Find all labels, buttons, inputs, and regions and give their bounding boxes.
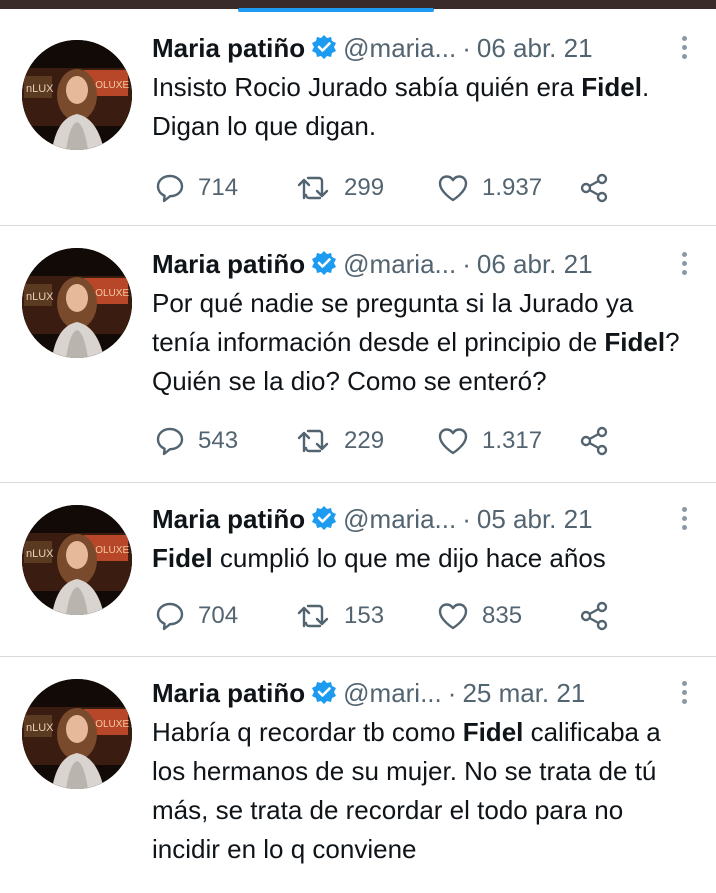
tweet-actions: 714 299 1.937 xyxy=(152,168,636,208)
reply-button[interactable]: 704 xyxy=(154,596,238,636)
verified-badge-icon xyxy=(311,505,337,538)
author-handle[interactable]: @maria... xyxy=(343,249,456,279)
share-icon xyxy=(580,426,608,456)
like-button[interactable]: 1.317 xyxy=(436,421,542,461)
verified-badge-icon xyxy=(311,34,337,67)
author-name[interactable]: Maria patiño xyxy=(152,504,305,534)
retweet-count: 299 xyxy=(344,174,385,201)
tweet-date[interactable]: 25 mar. 21 xyxy=(462,678,585,708)
more-options-icon[interactable] xyxy=(678,34,690,62)
tweet-text: Por qué nadie se pregunta si la Jurado y… xyxy=(152,288,680,396)
tweet-actions: 543 229 1.317 xyxy=(152,421,636,461)
heart-icon xyxy=(438,603,468,630)
tweet-text: Insisto Rocio Jurado sabía quién era Fid… xyxy=(152,72,650,141)
tweet[interactable]: nLUX DOLUXE Maria patiño @maria... · 05 abr… xyxy=(0,483,716,657)
share-button[interactable] xyxy=(577,168,611,208)
author-handle[interactable]: @maria... xyxy=(343,33,456,63)
author-name[interactable]: Maria patiño xyxy=(152,249,305,279)
tweet[interactable]: nLUX DOLUXE Maria patiño @mari... · 25 mar.… xyxy=(0,657,716,893)
reply-count: 704 xyxy=(198,602,239,629)
separator-dot: · xyxy=(462,249,471,279)
author-name[interactable]: Maria patiño xyxy=(152,33,305,63)
tweet-text: Habría q recordar tb como Fidel califica… xyxy=(152,717,661,864)
share-icon xyxy=(580,173,608,203)
reply-button[interactable]: 543 xyxy=(154,421,238,461)
reply-count: 543 xyxy=(198,427,239,454)
author-handle[interactable]: @maria... xyxy=(343,504,456,534)
svg-text:nLUX: nLUX xyxy=(26,83,54,95)
like-count: 1.317 xyxy=(482,427,543,454)
avatar[interactable]: nLUX DOLUXE xyxy=(22,40,132,150)
like-button[interactable]: 835 xyxy=(436,596,522,636)
tweet-actions: 704 153 835 xyxy=(152,596,636,636)
top-bar xyxy=(0,0,716,12)
retweet-count: 153 xyxy=(344,602,385,629)
more-options-icon[interactable] xyxy=(678,679,690,707)
like-count: 1.937 xyxy=(482,174,543,201)
retweet-count: 229 xyxy=(344,427,385,454)
author-name[interactable]: Maria patiño xyxy=(152,678,305,708)
tweet[interactable]: nLUX DOLUXE Maria patiño @maria... · 06 abr… xyxy=(0,226,716,483)
svg-text:nLUX: nLUX xyxy=(26,548,54,560)
separator-dot: · xyxy=(462,33,471,63)
author-handle[interactable]: @mari... xyxy=(343,678,442,708)
avatar[interactable]: nLUX DOLUXE xyxy=(22,248,132,358)
reply-button[interactable]: 714 xyxy=(154,168,238,208)
retweet-button[interactable]: 229 xyxy=(296,421,384,461)
separator-dot: · xyxy=(462,504,471,534)
verified-badge-icon xyxy=(311,679,337,712)
share-icon xyxy=(580,601,608,631)
retweet-icon xyxy=(297,176,329,200)
tweet-header: Maria patiño @mari... · 25 mar. 21 xyxy=(152,677,690,709)
reply-count: 714 xyxy=(198,174,239,201)
tab-indicator xyxy=(238,8,434,12)
tweet-text: Fidel cumplió lo que me dijo hace años xyxy=(152,543,606,573)
tweet[interactable]: nLUX DOLUXE Maria patiño @maria... · 06 abr… xyxy=(0,18,716,226)
reply-icon xyxy=(156,427,184,456)
tweet-date[interactable]: 06 abr. 21 xyxy=(477,33,593,63)
more-options-icon[interactable] xyxy=(678,505,690,533)
retweet-button[interactable]: 299 xyxy=(296,168,384,208)
svg-text:nLUX: nLUX xyxy=(26,291,54,303)
retweet-icon xyxy=(297,429,329,453)
tweet-header: Maria patiño @maria... · 05 abr. 21 xyxy=(152,503,690,535)
verified-badge-icon xyxy=(311,250,337,283)
like-button[interactable]: 1.937 xyxy=(436,168,542,208)
tweet-date[interactable]: 06 abr. 21 xyxy=(477,249,593,279)
heart-icon xyxy=(438,428,468,455)
retweet-icon xyxy=(297,604,329,628)
avatar[interactable]: nLUX DOLUXE xyxy=(22,679,132,789)
share-button[interactable] xyxy=(577,421,611,461)
avatar[interactable]: nLUX DOLUXE xyxy=(22,505,132,615)
heart-icon xyxy=(438,175,468,202)
like-count: 835 xyxy=(482,602,523,629)
reply-icon xyxy=(156,174,184,203)
more-options-icon[interactable] xyxy=(678,250,690,278)
share-button[interactable] xyxy=(577,596,611,636)
retweet-button[interactable]: 153 xyxy=(296,596,384,636)
reply-icon xyxy=(156,602,184,631)
separator-dot: · xyxy=(447,678,457,708)
svg-text:nLUX: nLUX xyxy=(26,722,54,734)
tweet-date[interactable]: 05 abr. 21 xyxy=(477,504,593,534)
tweet-header: Maria patiño @maria... · 06 abr. 21 xyxy=(152,32,690,64)
tweet-header: Maria patiño @maria... · 06 abr. 21 xyxy=(152,248,690,280)
